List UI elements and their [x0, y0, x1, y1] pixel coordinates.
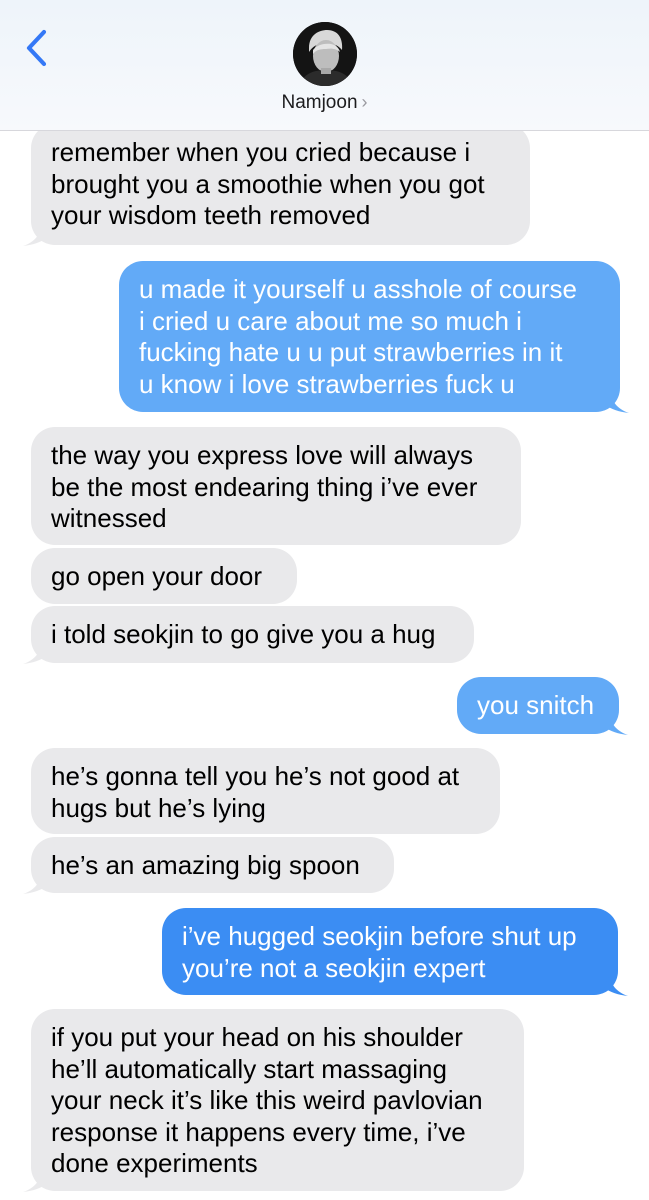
contact-avatar-photo [293, 22, 357, 86]
avatar[interactable] [293, 22, 357, 86]
message-bubble-received[interactable]: if you put your head on his shoulder he’… [31, 1009, 524, 1191]
message-bubble-sent[interactable]: you snitch [457, 677, 619, 734]
bubble-tail [604, 713, 628, 735]
bubble-tail [23, 642, 47, 664]
bubble-tail [23, 872, 47, 894]
bubble-tail [604, 974, 628, 996]
message-bubble-received[interactable]: go open your door [31, 548, 297, 604]
chevron-left-icon [26, 29, 47, 67]
conversation-header: Namjoon › [0, 0, 649, 131]
message-bubble-received[interactable]: remember when you cried because i brough… [31, 124, 530, 245]
bubble-tail [605, 391, 629, 413]
chevron-right-icon: › [361, 92, 368, 112]
message-bubble-received[interactable]: he’s gonna tell you he’s not good at hug… [31, 748, 500, 834]
bubble-tail [23, 224, 47, 246]
contact-name: Namjoon [281, 92, 358, 113]
back-button[interactable] [20, 26, 60, 70]
message-bubble-sent[interactable]: u made it yourself u asshole of course i… [119, 261, 620, 412]
message-bubble-received[interactable]: i told seokjin to go give you a hug [31, 606, 474, 663]
message-bubble-sent[interactable]: i’ve hugged seokjin before shut up you’r… [162, 908, 618, 995]
message-bubble-received[interactable]: he’s an amazing big spoon [31, 837, 394, 893]
message-bubble-received[interactable]: the way you express love will always be … [31, 427, 521, 545]
bubble-tail [23, 1170, 47, 1192]
contact-name-button[interactable]: Namjoon › [0, 92, 649, 114]
